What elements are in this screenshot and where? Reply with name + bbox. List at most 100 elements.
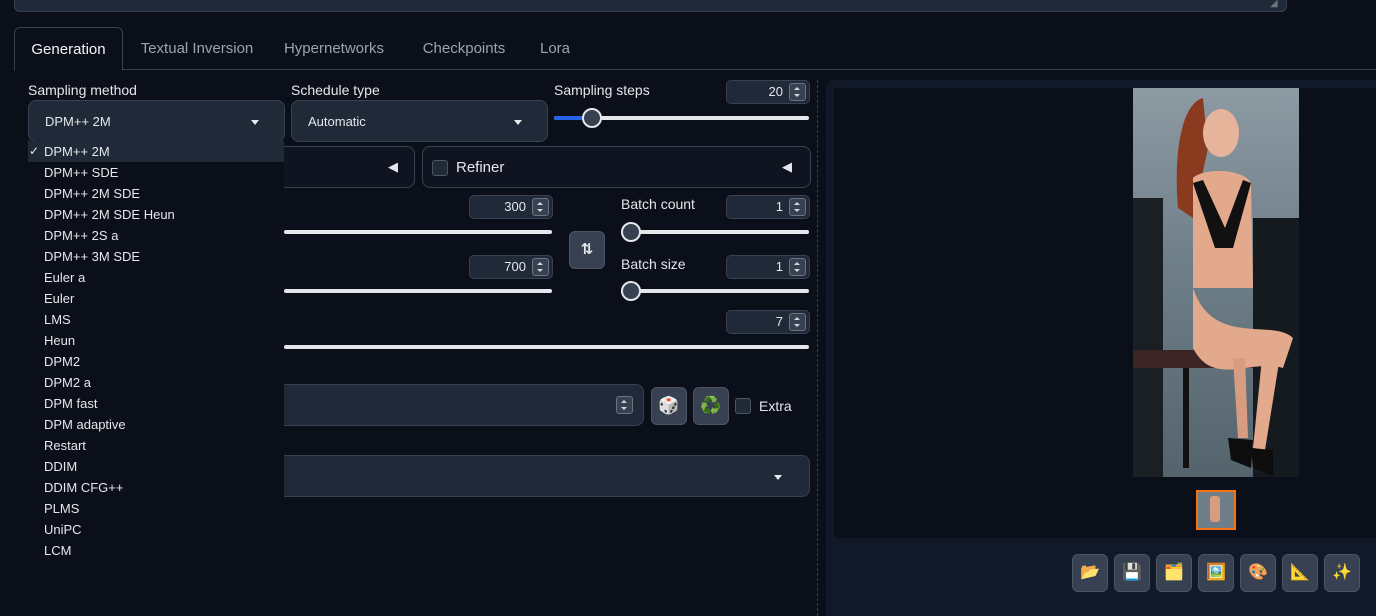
dice-icon: 🎲 (658, 396, 680, 415)
send-to-extras-button[interactable]: 📐 (1282, 554, 1318, 592)
spinner-icon[interactable] (532, 198, 549, 216)
menu-item[interactable]: DDIM CFG++ (28, 477, 284, 498)
menu-item-label: DPM++ 2M (44, 144, 110, 159)
schedule-type-dropdown[interactable]: Automatic (291, 100, 548, 142)
menu-item[interactable]: DPM fast (28, 393, 284, 414)
menu-item[interactable]: Heun (28, 330, 284, 351)
reuse-seed-button[interactable]: ♻️ (693, 387, 729, 425)
menu-item[interactable]: DPM++ 2S a (28, 225, 284, 246)
spinner-icon[interactable] (789, 83, 806, 101)
menu-item-label: DPM adaptive (44, 417, 126, 432)
width-slider[interactable] (284, 230, 552, 234)
menu-item[interactable]: Euler a (28, 267, 284, 288)
cfg-scale-slider[interactable] (284, 345, 809, 349)
cfg-scale-input[interactable]: 7 (726, 310, 810, 334)
send-to-img2img-button[interactable]: 🖼️ (1198, 554, 1234, 592)
slider-thumb[interactable] (621, 222, 641, 242)
check-icon: ✓ (29, 144, 40, 158)
open-folder-button[interactable]: 📂 (1072, 554, 1108, 592)
send-to-inpaint-button[interactable]: 🎨 (1240, 554, 1276, 592)
chevron-down-icon (251, 120, 259, 125)
tab-lora[interactable]: Lora (530, 27, 580, 69)
collapse-arrow-icon[interactable]: ◀ (782, 159, 792, 175)
menu-item[interactable]: DPM adaptive (28, 414, 284, 435)
slider-thumb[interactable] (621, 281, 641, 301)
height-slider[interactable] (284, 289, 552, 293)
spinner-icon[interactable] (532, 258, 549, 276)
sparkles-icon: ✨ (1332, 564, 1352, 581)
tab-textual-inversion[interactable]: Textual Inversion (126, 27, 268, 69)
menu-item-label: LMS (44, 312, 71, 327)
refiner-checkbox[interactable] (432, 160, 448, 176)
generated-image[interactable] (1133, 88, 1299, 477)
menu-item[interactable]: Restart (28, 435, 284, 456)
height-input[interactable]: 700 (469, 255, 553, 279)
sampling-method-menu: ✓ DPM++ 2M DPM++ SDE DPM++ 2M SDE DPM++ 2M S… (28, 141, 284, 616)
zip-button[interactable]: 🗂️ (1156, 554, 1192, 592)
shoe-shape (1228, 438, 1253, 468)
refiner-accordion[interactable]: Refiner ◀ (422, 146, 811, 188)
batch-count-slider[interactable] (621, 230, 809, 234)
menu-item[interactable]: LCM (28, 540, 284, 561)
tab-generation[interactable]: Generation (14, 27, 123, 71)
chevron-down-icon (774, 475, 782, 480)
batch-count-input[interactable]: 1 (726, 195, 810, 219)
menu-item[interactable]: Euler (28, 288, 284, 309)
spinner-icon[interactable] (789, 313, 806, 331)
spinner-icon[interactable] (616, 396, 633, 414)
swap-dimensions-button[interactable]: ⇅ (569, 231, 605, 269)
menu-item[interactable]: DPM++ 2M SDE Heun (28, 204, 284, 225)
sampling-method-value: DPM++ 2M (45, 114, 111, 129)
schedule-type-value: Automatic (308, 114, 366, 129)
menu-item[interactable]: DPM2 (28, 351, 284, 372)
menu-item[interactable]: UniPC (28, 519, 284, 540)
batch-size-slider[interactable] (621, 289, 809, 293)
script-dropdown[interactable] (284, 455, 810, 497)
tab-bar: Generation Textual Inversion Hypernetwor… (14, 27, 1376, 71)
menu-item[interactable]: DPM++ 2M SDE (28, 183, 284, 204)
sampling-method-dropdown[interactable]: DPM++ 2M (28, 100, 285, 142)
sampling-steps-input[interactable]: 20 (726, 80, 810, 104)
menu-item-label: DPM++ 2S a (44, 228, 119, 243)
cfg-scale-value: 7 (775, 314, 783, 329)
gallery-thumbnail[interactable] (1196, 490, 1236, 530)
tab-hypernetworks[interactable]: Hypernetworks (276, 27, 392, 69)
seed-input[interactable] (284, 384, 644, 426)
sampling-steps-label: Sampling steps (554, 82, 650, 98)
menu-item-label: UniPC (44, 522, 82, 537)
extra-checkbox[interactable] (735, 398, 751, 414)
menu-item[interactable]: DPM++ SDE (28, 162, 284, 183)
menu-item-label: Heun (44, 333, 76, 348)
tab-checkpoints[interactable]: Checkpoints (412, 27, 516, 69)
height-value: 700 (504, 259, 526, 274)
slider-thumb[interactable] (582, 108, 602, 128)
menu-item[interactable]: DDIM (28, 456, 284, 477)
recycle-icon: ♻️ (700, 396, 722, 415)
menu-item[interactable]: LMS (28, 309, 284, 330)
swap-icon: ⇅ (580, 241, 594, 258)
hires-fix-accordion[interactable]: ◀ (284, 146, 415, 188)
save-button[interactable]: 💾 (1114, 554, 1150, 592)
sampling-steps-value: 20 (768, 84, 783, 99)
menu-item[interactable]: PLMS (28, 498, 284, 519)
resize-handle-icon[interactable]: ◢ (1270, 0, 1284, 10)
generated-image-art (1133, 98, 1299, 477)
menu-item-label: LCM (44, 543, 72, 558)
menu-item-label: Euler (44, 291, 75, 306)
random-seed-button[interactable]: 🎲 (651, 387, 687, 425)
sampling-steps-slider[interactable] (554, 108, 809, 128)
prompt-textarea[interactable] (14, 0, 1287, 12)
spinner-icon[interactable] (789, 198, 806, 216)
menu-item-label: Restart (44, 438, 86, 453)
menu-item[interactable]: DPM2 a (28, 372, 284, 393)
spinner-icon[interactable] (789, 258, 806, 276)
upscale-button[interactable]: ✨ (1324, 554, 1360, 592)
save-icon: 💾 (1122, 564, 1142, 581)
menu-item[interactable]: DPM++ 3M SDE (28, 246, 284, 267)
batch-size-input[interactable]: 1 (726, 255, 810, 279)
width-input[interactable]: 300 (469, 195, 553, 219)
menu-item-label: DPM2 (44, 354, 81, 369)
batch-size-value: 1 (775, 259, 783, 274)
menu-item[interactable]: ✓ DPM++ 2M (28, 141, 284, 162)
collapse-arrow-icon[interactable]: ◀ (388, 159, 398, 175)
